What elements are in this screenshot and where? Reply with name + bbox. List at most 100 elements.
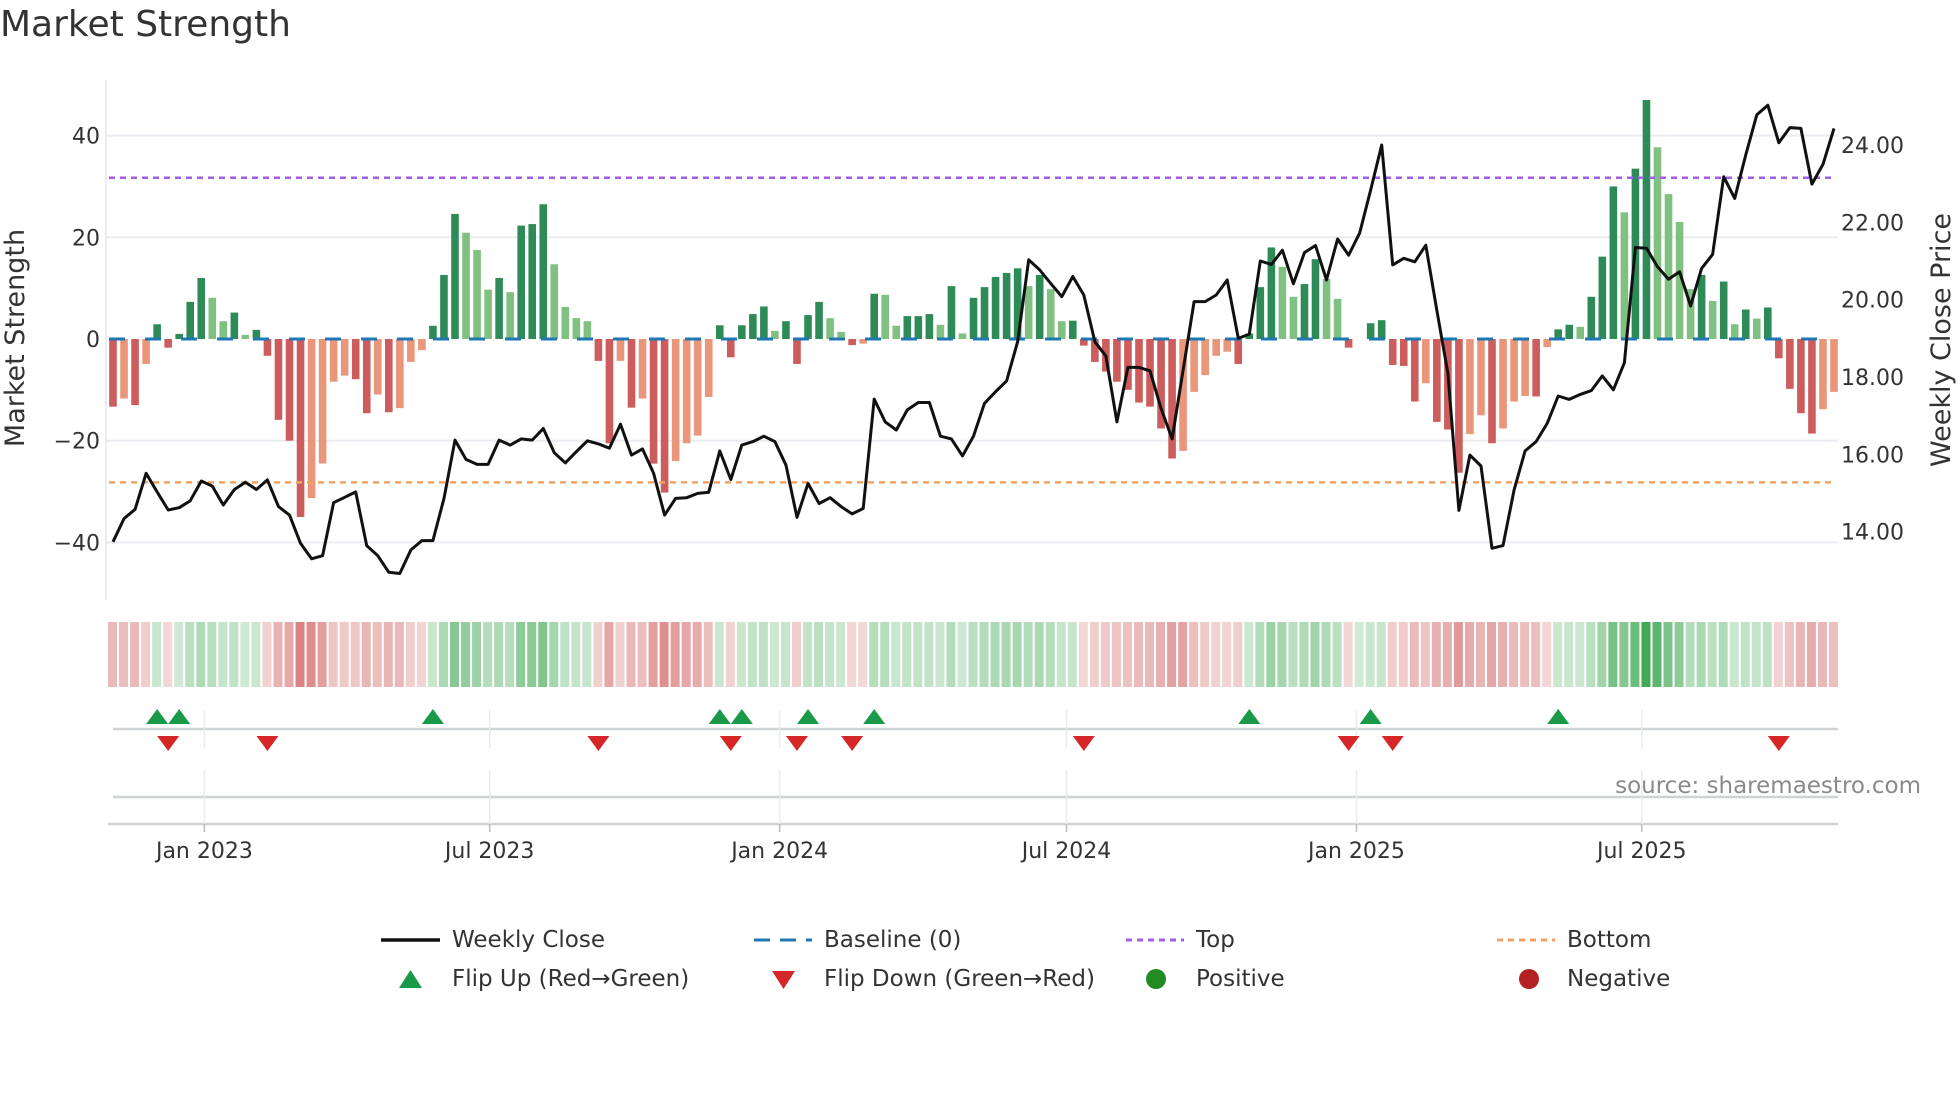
heat-cell [1464,622,1474,687]
y2-tick-label: 20.00 [1841,289,1904,314]
heat-cell [1773,622,1783,687]
heat-cell [1012,622,1022,687]
heat-cell [902,622,912,687]
heat-cell [1409,622,1419,687]
heat-cell [119,622,129,687]
flip-up-marker [1238,709,1261,724]
heat-cell [648,622,658,687]
heat-cell [946,622,956,687]
strength-bar [550,264,559,339]
heat-cell [780,622,790,687]
x-tick-label: Jan 2024 [729,839,828,864]
flip-down-marker [785,736,808,751]
strength-bar [704,339,713,397]
strength-bar [528,224,537,339]
heat-cell [1608,622,1618,687]
strength-bar [1234,339,1243,364]
strength-bar [815,301,823,339]
heat-cell [1122,622,1132,687]
heat-cell [803,622,813,687]
x-tick-label: Jul 2025 [1595,839,1687,864]
x-tick-label: Jan 2023 [154,839,253,864]
strength-bar [1024,286,1033,339]
heat-cell [1597,622,1607,687]
strength-bar [1499,339,1507,429]
y-axis-title: Market Strength [0,229,31,447]
heat-cell [295,622,305,687]
strength-bar [429,325,437,339]
strength-bar [881,294,890,339]
strength-bar [1664,194,1673,339]
heat-cell [163,622,173,687]
heat-cell [1520,622,1530,687]
heat-cell [1332,622,1342,687]
heat-cell [747,622,757,687]
y-tick-label: −20 [54,430,100,455]
y-axis-right-ticks: 24.00 22.00 20.00 18.00 16.00 14.00 [1841,134,1904,546]
strength-bar [1510,339,1518,402]
heat-cell [505,622,515,687]
heat-cell [1542,622,1552,687]
heat-cell [1244,622,1254,687]
flip-up-marker [146,709,169,724]
strength-bar [1333,298,1342,339]
heat-cell [449,622,459,687]
strength-bar [991,276,1000,339]
strength-bar [451,213,459,339]
heat-cell [626,622,636,687]
strength-bar [1168,339,1176,459]
heat-cell [1475,622,1485,687]
heat-cell [1200,622,1210,687]
heat-cell [1023,622,1033,687]
heat-cell [1806,622,1816,687]
strength-bar [649,339,658,464]
heat-cell [990,622,1000,687]
heat-cell [1310,622,1320,687]
strength-bar [682,339,691,444]
strength-bar [1466,339,1474,435]
heat-cell [913,622,923,687]
heat-cell [494,622,504,687]
heat-cell [538,622,548,687]
strength-bar [1223,339,1232,352]
heat-cell [1829,622,1838,687]
heat-cell [637,622,647,687]
heat-cell [317,622,327,687]
heat-cell [416,622,426,687]
strength-bar [1830,339,1838,392]
heat-cell [427,622,437,687]
heat-cell [1487,622,1497,687]
heat-cell [152,622,162,687]
strength-bar [1377,320,1386,339]
heat-cell [847,622,857,687]
strength-bar [362,339,371,414]
strength-bar [1113,339,1121,382]
heat-cell [1442,622,1452,687]
heat-cell [527,622,537,687]
heat-cell [1630,622,1640,687]
strength-bar [892,325,901,339]
flip-up-marker [797,709,820,724]
heat-cell [1729,622,1739,687]
strength-bar [627,339,636,408]
heat-cell [659,622,669,687]
flip-down-marker [1767,736,1790,751]
strength-bar [561,306,570,339]
x-axis-ticks: Jan 2023 Jul 2023 Jan 2024 Jul 2024 Jan 2025… [154,824,1687,864]
heat-cell [880,622,890,687]
heat-cell [814,622,824,687]
strength-bar [1587,296,1596,339]
heat-cell [1222,622,1232,687]
heat-cell [405,622,415,687]
strength-bar [539,204,548,339]
heat-cell [207,622,217,687]
heat-cell [924,622,934,687]
strength-bar [925,314,934,339]
strength-bar [263,339,272,356]
heat-cell [251,622,261,687]
heat-cell [361,622,371,687]
heat-cell [461,622,471,687]
heat-cell [1255,622,1265,687]
heat-cell [1718,622,1728,687]
strength-bar [274,339,283,420]
